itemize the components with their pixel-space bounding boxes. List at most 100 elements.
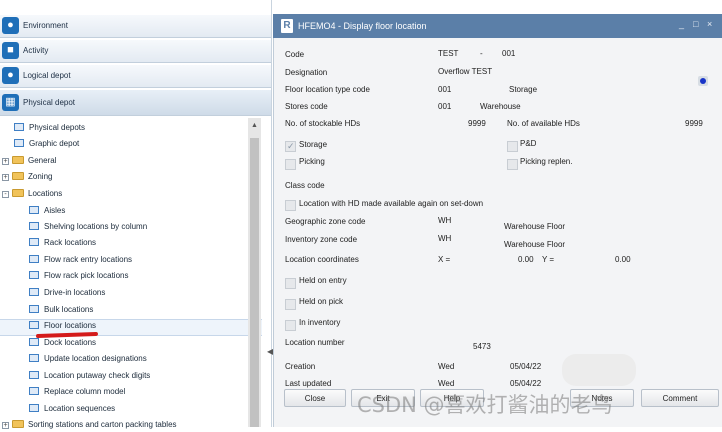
- inv-zone-code: WH: [438, 234, 452, 243]
- list-icon: [29, 238, 39, 246]
- tree-item-graphic-depot[interactable]: Graphic depot: [14, 137, 79, 151]
- storage-label: Storage: [299, 140, 328, 149]
- stockable-label: No. of stockable HDs: [285, 119, 361, 128]
- tree-item-label: Physical depots: [29, 123, 86, 132]
- list-icon: [29, 222, 39, 230]
- in-inventory-label: In inventory: [299, 318, 341, 327]
- picking-replen-checkbox[interactable]: [507, 159, 518, 170]
- expand-icon[interactable]: +: [2, 158, 9, 165]
- tree-item-floor-locations[interactable]: Floor locations: [29, 319, 96, 333]
- tree-item-drive-in[interactable]: Drive-in locations: [29, 286, 105, 300]
- picking-label: Picking: [299, 157, 325, 166]
- folder-icon: [12, 189, 24, 197]
- in-inventory-checkbox[interactable]: [285, 320, 296, 331]
- globe-icon: ●: [2, 17, 19, 34]
- redacted-area: [562, 354, 636, 386]
- expand-icon[interactable]: +: [2, 174, 9, 181]
- tree-folder-locations[interactable]: - Locations: [2, 187, 62, 201]
- x-label: X =: [438, 255, 451, 264]
- section-label: Activity: [23, 46, 49, 55]
- list-icon: [14, 123, 24, 131]
- people-icon: ●: [2, 67, 19, 84]
- pd-label: P&D: [520, 139, 537, 148]
- stockable-value: 9999: [468, 119, 486, 128]
- maximize-icon[interactable]: □: [693, 19, 698, 29]
- tree-item-label: Floor locations: [44, 321, 97, 330]
- tree-item-flow-rack-pick[interactable]: Flow rack pick locations: [29, 269, 128, 283]
- geo-zone-code: WH: [438, 216, 452, 225]
- section-activity[interactable]: ■ Activity: [0, 39, 271, 63]
- last-updated-day: Wed: [438, 379, 455, 388]
- status-indicator-icon[interactable]: [698, 76, 708, 86]
- tree-item-location-sequences[interactable]: Location sequences: [29, 402, 115, 416]
- minimize-icon[interactable]: _: [679, 19, 684, 29]
- list-icon: [29, 404, 39, 412]
- list-icon: [29, 206, 39, 214]
- held-on-pick-checkbox[interactable]: [285, 299, 296, 310]
- comment-button[interactable]: Comment: [641, 389, 719, 407]
- section-label: Physical depot: [23, 98, 76, 107]
- stores-code: 001: [438, 102, 452, 111]
- navigation-panel: ● Environment ■ Activity ● Logical depot…: [0, 0, 273, 429]
- window-titlebar[interactable]: R HFEMO4 - Display floor location _ □ ×: [273, 14, 722, 38]
- storage-checkbox[interactable]: [285, 141, 296, 152]
- inv-zone-name: Warehouse Floor: [504, 240, 566, 249]
- creation-label: Creation: [285, 362, 316, 371]
- scroll-up-arrow-icon[interactable]: ▲: [248, 122, 261, 132]
- tree-item-label: Shelving locations by column: [44, 222, 148, 231]
- list-icon: [29, 255, 39, 263]
- list-icon: [29, 288, 39, 296]
- section-environment[interactable]: ● Environment: [0, 14, 271, 38]
- available-label: No. of available HDs: [507, 119, 580, 128]
- picking-checkbox[interactable]: [285, 159, 296, 170]
- tree-item-label: Flow rack entry locations: [44, 255, 133, 264]
- section-physical-depot[interactable]: ▦ Physical depot: [0, 89, 271, 116]
- held-on-entry-label: Held on entry: [299, 276, 347, 285]
- tree-item-label: Location sequences: [44, 404, 116, 413]
- tree-item-shelving-locations[interactable]: Shelving locations by column: [29, 220, 147, 234]
- geo-zone-label: Geographic zone code: [285, 217, 366, 226]
- tree-item-physical-depots[interactable]: Physical depots: [14, 121, 85, 135]
- held-on-entry-checkbox[interactable]: [285, 278, 296, 289]
- class-code-label: Class code: [285, 181, 325, 190]
- creation-day: Wed: [438, 362, 455, 371]
- list-icon: [29, 321, 39, 329]
- last-updated-label: Last updated: [285, 379, 332, 388]
- tree-item-label: Flow rack pick locations: [44, 271, 129, 280]
- tree-item-rack-locations[interactable]: Rack locations: [29, 236, 96, 250]
- close-button[interactable]: Close: [284, 389, 346, 407]
- list-icon: [29, 338, 39, 346]
- type-code: 001: [438, 85, 452, 94]
- tree-folder-zoning[interactable]: + Zoning: [2, 170, 52, 184]
- tree-item-label: Dock locations: [44, 338, 97, 347]
- tree-folder-sorting-stations[interactable]: + Sorting stations and carton packing tab…: [2, 418, 177, 432]
- tree-item-label: Locations: [28, 189, 63, 198]
- pd-checkbox[interactable]: [507, 141, 518, 152]
- tree-item-flow-rack-entry[interactable]: Flow rack entry locations: [29, 253, 132, 267]
- tree-item-label: Zoning: [28, 172, 53, 181]
- section-logical-depot[interactable]: ● Logical depot: [0, 64, 271, 88]
- tree-item-update-designations[interactable]: Update location designations: [29, 352, 147, 366]
- collapse-icon[interactable]: -: [2, 191, 9, 198]
- held-on-pick-label: Held on pick: [299, 297, 344, 306]
- available-value: 9999: [685, 119, 703, 128]
- tree-item-replace-column-model[interactable]: Replace column model: [29, 385, 125, 399]
- setdown-checkbox[interactable]: [285, 200, 296, 211]
- list-icon: [29, 271, 39, 279]
- tree-item-aisles[interactable]: Aisles: [29, 204, 65, 218]
- cube-icon: ■: [2, 42, 19, 59]
- tree-item-bulk-locations[interactable]: Bulk locations: [29, 303, 93, 317]
- tree-item-label: Drive-in locations: [44, 288, 106, 297]
- tree-folder-general[interactable]: + General: [2, 154, 56, 168]
- expand-icon[interactable]: +: [2, 422, 9, 429]
- tree-item-label: Replace column model: [44, 387, 126, 396]
- tree-item-dock-locations[interactable]: Dock locations: [29, 336, 96, 350]
- warehouse-icon: ▦: [2, 94, 19, 111]
- creation-date: 05/04/22: [510, 362, 542, 371]
- designation-label: Designation: [285, 68, 328, 77]
- close-icon[interactable]: ×: [707, 19, 712, 29]
- tree-item-putaway-check-digits[interactable]: Location putaway check digits: [29, 369, 150, 383]
- folder-icon: [12, 156, 24, 164]
- setdown-label: Location with HD made available again on…: [299, 199, 484, 208]
- scrollbar-thumb[interactable]: [250, 138, 259, 427]
